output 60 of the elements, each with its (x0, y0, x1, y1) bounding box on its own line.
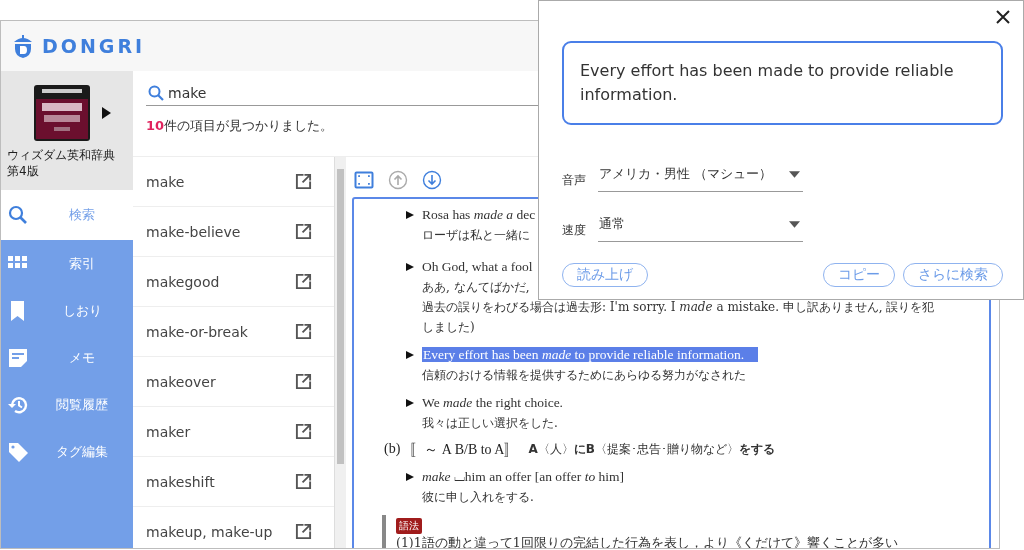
example-sentence: Oh God, what a fool (422, 258, 533, 276)
close-icon[interactable] (995, 9, 1011, 25)
translation: ああ, なんてばかだ, (422, 279, 530, 296)
external-link-icon[interactable] (295, 323, 312, 340)
field-label: 速度 (562, 222, 587, 239)
external-link-icon[interactable] (295, 373, 312, 390)
acorn-logo-icon (12, 34, 34, 58)
tag-icon (7, 440, 29, 463)
result-item[interactable]: makeover (146, 373, 216, 390)
grammar-pattern: 〚～ A B/B to A〛 (410, 441, 519, 459)
sense-meaning: A〈人〉にB〈提案･忠告･贈り物など〉をする (528, 441, 775, 458)
external-link-icon[interactable] (295, 173, 312, 190)
external-link-icon[interactable] (295, 423, 312, 440)
logo-text: DONGRI (42, 35, 146, 57)
search-icon (148, 85, 164, 101)
example-sentence: Rosa has made a dec (422, 206, 536, 224)
external-link-icon[interactable] (295, 523, 312, 540)
scrollbar[interactable] (334, 157, 346, 548)
result-item[interactable]: makeup, make-up (146, 523, 273, 540)
book-title: ウィズダム英和辞典 (7, 147, 116, 163)
translation: しました) (422, 319, 475, 336)
example-sentence: We made the right choice. (422, 394, 563, 412)
external-link-icon[interactable] (295, 473, 312, 490)
result-text: 件の項目が見つかりました。 (164, 118, 334, 133)
bullet-icon (406, 473, 414, 481)
translation: 彼に申し入れをする. (422, 489, 534, 506)
bullet-icon (406, 399, 414, 407)
result-item[interactable]: makegood (146, 273, 220, 290)
book-edition: 第4版 (7, 163, 40, 179)
bullet-icon (406, 211, 414, 219)
play-icon[interactable] (102, 107, 111, 119)
result-item[interactable]: make (146, 173, 185, 190)
usage-badge: 語法 (396, 518, 422, 534)
bullet-icon (406, 263, 414, 271)
sense-label: (b) (384, 441, 401, 458)
result-item[interactable]: makeshift (146, 473, 215, 490)
search-icon (7, 204, 29, 226)
arrow-down-icon[interactable] (422, 170, 442, 190)
result-item[interactable]: make-believe (146, 223, 241, 240)
note-icon (7, 346, 29, 369)
example-sentence: make ⌴him an offer [an offer to him] (422, 468, 625, 486)
caret-icon (789, 171, 800, 178)
search-field[interactable]: make (168, 85, 468, 101)
result-count: 10 (146, 118, 165, 133)
result-item[interactable]: make-or-break (146, 323, 248, 340)
fit-screen-icon[interactable] (354, 170, 374, 190)
field-label: 音声 (562, 172, 587, 189)
external-link-icon[interactable] (295, 273, 312, 290)
text-box[interactable]: Every effort has been made to provide reliable information. (562, 41, 1003, 125)
dropdown[interactable]: 通常 (598, 216, 803, 242)
translation: 我々は正しい選択をした. (422, 415, 558, 432)
example-sentence: Every effort has been made to provide reliable information. (422, 345, 759, 365)
caret-icon (789, 221, 800, 228)
translation: ローザは私と一緒に (422, 227, 530, 244)
result-item[interactable]: maker (146, 423, 191, 440)
bullet-icon (406, 351, 414, 359)
external-link-icon[interactable] (295, 223, 312, 240)
translation: 過去の誤りをわびる場合は過去形: I'm sorry. I made a mistake. 申し訳ありません, 誤りを犯 (422, 299, 935, 316)
dropdown[interactable]: アメリカ・男性 （マシュー） (598, 166, 803, 192)
translation: 信頼のおける情報を提供するためにあらゆる努力がなされた (422, 367, 746, 384)
